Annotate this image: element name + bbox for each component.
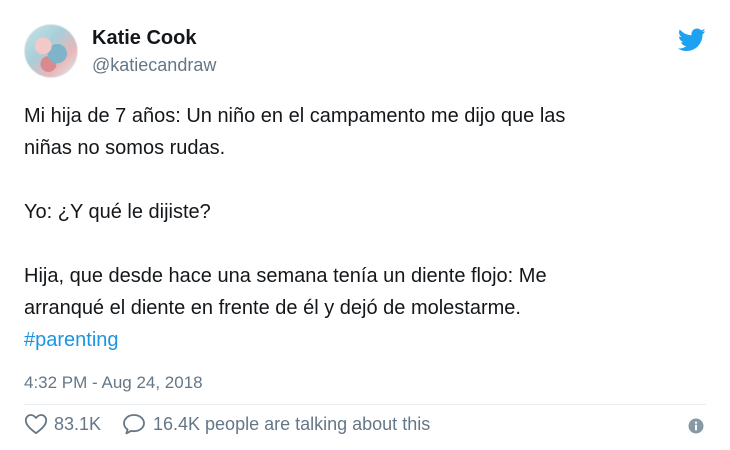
tweet-text-line: Hija, que desde hace una semana tenía un… (24, 265, 547, 287)
author-display-name[interactable]: Katie Cook (92, 26, 216, 50)
tweet-text-line: arranqué el diente en frente de él y dej… (24, 297, 521, 319)
tweet-timestamp[interactable]: 4:32 PM - Aug 24, 2018 (24, 372, 203, 394)
author-handle[interactable]: @katiecandraw (92, 53, 216, 77)
tweet-card: Katie Cook @katiecandraw Mi hija de 7 añ… (0, 0, 730, 450)
heart-icon (24, 414, 48, 435)
tweet-text: Mi hija de 7 años: Un niño en el campame… (24, 100, 684, 356)
like-count: 83.1K (54, 413, 102, 434)
speech-bubble-icon (123, 414, 145, 435)
hashtag-link[interactable]: #parenting (24, 329, 119, 351)
conversation-button[interactable]: 16.4K people are talking about this (122, 413, 430, 435)
avatar[interactable] (24, 24, 78, 78)
like-button[interactable]: 83.1K (24, 413, 101, 435)
twitter-bird-icon[interactable] (678, 28, 706, 52)
info-icon[interactable] (688, 418, 704, 434)
tweet-actions: 83.1K 16.4K people are talking about thi… (24, 410, 706, 440)
conversation-count: 16.4K people are talking about this (153, 413, 431, 434)
tweet-text-line: Yo: ¿Y qué le dijiste? (24, 201, 211, 223)
tweet-text-line: niñas no somos rudas. (24, 137, 226, 159)
divider (24, 404, 706, 405)
author-names[interactable]: Katie Cook @katiecandraw (92, 26, 216, 77)
tweet-header: Katie Cook @katiecandraw (24, 24, 706, 80)
tweet-text-line: Mi hija de 7 años: Un niño en el campame… (24, 105, 566, 127)
